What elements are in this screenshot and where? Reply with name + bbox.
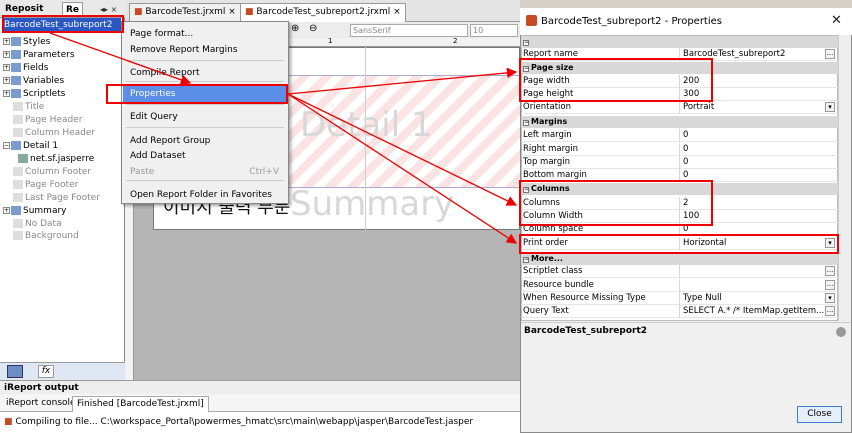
annotation-arrow [287,67,518,95]
annotation-arrow [49,32,192,85]
annotation-arrow [287,93,518,206]
annotation-arrow [287,93,518,244]
annotation-arrows [49,32,518,244]
